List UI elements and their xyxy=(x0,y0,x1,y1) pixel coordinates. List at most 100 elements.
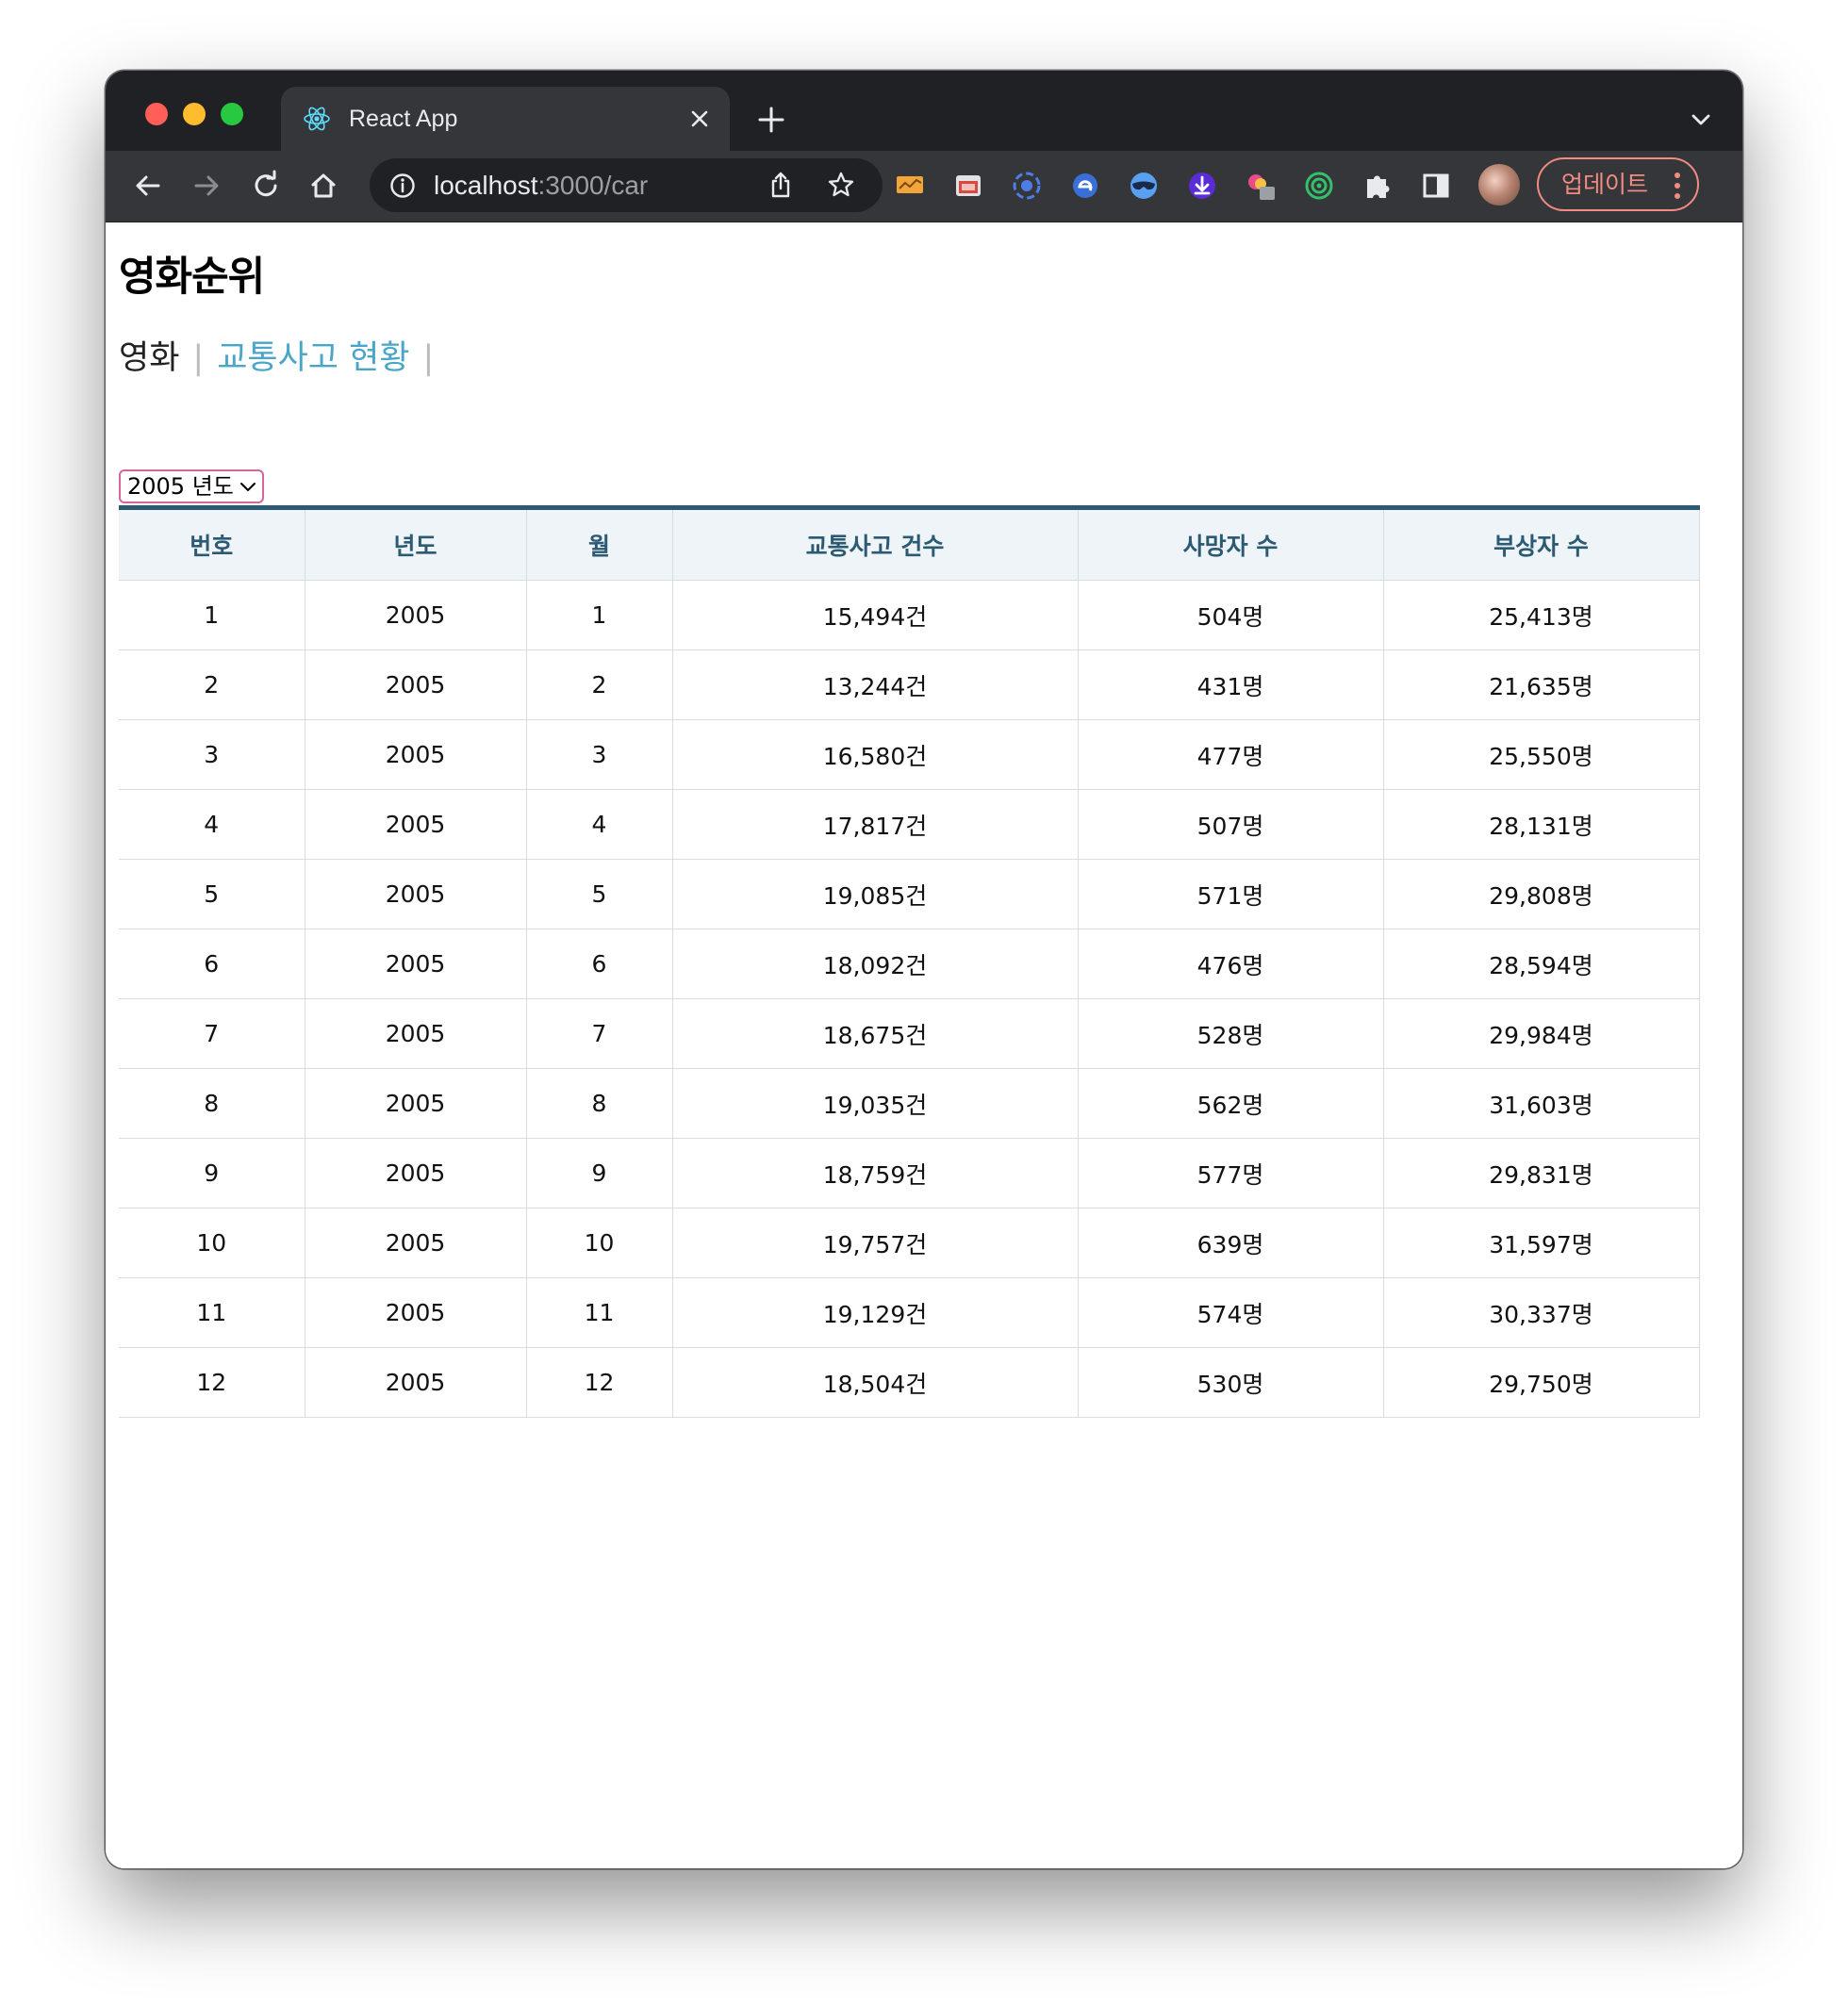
site-info-icon[interactable] xyxy=(388,172,417,200)
table-row: 10 2005 10 19,757건 639명 31,597명 xyxy=(119,1208,1700,1278)
cell-year: 2005 xyxy=(305,859,527,929)
cell-deaths: 562명 xyxy=(1078,1068,1384,1139)
reload-icon[interactable] xyxy=(250,170,282,202)
update-button[interactable]: 업데이트 xyxy=(1537,157,1699,211)
bookmark-star-icon[interactable] xyxy=(826,170,856,200)
close-tab-icon[interactable] xyxy=(686,106,713,132)
cell-deaths: 528명 xyxy=(1078,998,1384,1069)
back-arrow-icon[interactable] xyxy=(132,170,164,202)
cell-injuries: 28,594명 xyxy=(1383,929,1700,999)
cell-month: 5 xyxy=(526,859,673,929)
cell-year: 2005 xyxy=(305,580,527,650)
extension-e-icon[interactable] xyxy=(1069,170,1101,202)
cell-month: 10 xyxy=(526,1208,673,1278)
cell-deaths: 476명 xyxy=(1078,929,1384,999)
forward-arrow-icon[interactable] xyxy=(190,170,223,202)
cell-accident-count: 18,759건 xyxy=(672,1138,1079,1209)
table-row: 2 2005 2 13,244건 431명 21,635명 xyxy=(119,649,1700,720)
column-header-accident-count: 교통사고 건수 xyxy=(672,507,1079,581)
cell-number: 2 xyxy=(119,649,305,720)
cell-year: 2005 xyxy=(305,929,527,999)
table-row: 4 2005 4 17,817건 507명 28,131명 xyxy=(119,789,1700,860)
cell-month: 2 xyxy=(526,649,673,720)
minimize-window-button[interactable] xyxy=(183,103,206,125)
cell-year: 2005 xyxy=(305,998,527,1069)
column-header-number: 번호 xyxy=(119,507,305,581)
nav-separator: | xyxy=(422,339,435,377)
cell-month: 8 xyxy=(526,1068,673,1139)
table-row: 5 2005 5 19,085건 571명 29,808명 xyxy=(119,859,1700,929)
table-row: 12 2005 12 18,504건 530명 29,750명 xyxy=(119,1347,1700,1418)
cell-injuries: 29,750명 xyxy=(1383,1347,1700,1418)
traffic-accident-table: 번호 년도 월 교통사고 건수 사망자 수 부상자 수 1 2005 1 15,494… xyxy=(119,505,1700,1418)
extension-target-icon[interactable] xyxy=(1303,170,1335,202)
table-row: 1 2005 1 15,494건 504명 25,413명 xyxy=(119,580,1700,650)
column-header-month: 월 xyxy=(526,507,673,581)
table-row: 6 2005 6 18,092건 476명 28,594명 xyxy=(119,929,1700,999)
new-tab-icon[interactable] xyxy=(756,105,786,135)
cell-month: 1 xyxy=(526,580,673,650)
extension-scan-icon[interactable] xyxy=(1011,170,1043,202)
cell-number: 3 xyxy=(119,719,305,790)
url-text[interactable]: localhost:3000/car xyxy=(434,170,648,202)
cell-number: 10 xyxy=(119,1208,305,1278)
year-select[interactable]: 2005 년도 xyxy=(119,469,264,503)
cell-accident-count: 19,129건 xyxy=(672,1277,1079,1348)
share-icon[interactable] xyxy=(766,170,796,200)
url-path: :3000/car xyxy=(537,171,649,200)
cell-deaths: 504명 xyxy=(1078,580,1384,650)
extension-window-icon[interactable] xyxy=(952,170,984,202)
cell-accident-count: 17,817건 xyxy=(672,789,1079,860)
cell-injuries: 29,984명 xyxy=(1383,998,1700,1069)
table-header-row: 번호 년도 월 교통사고 건수 사망자 수 부상자 수 xyxy=(119,507,1700,581)
browser-window: React App localhost:3000/car 업데이트 영화순위 영… xyxy=(106,71,1742,1868)
profile-avatar[interactable] xyxy=(1478,164,1520,206)
cell-number: 5 xyxy=(119,859,305,929)
cell-accident-count: 19,757건 xyxy=(672,1208,1079,1278)
tab-bar: React App xyxy=(106,71,1742,151)
address-bar[interactable]: localhost:3000/car xyxy=(370,158,883,212)
cell-injuries: 29,831명 xyxy=(1383,1138,1700,1209)
cell-injuries: 28,131명 xyxy=(1383,789,1700,860)
cell-number: 6 xyxy=(119,929,305,999)
cell-accident-count: 16,580건 xyxy=(672,719,1079,790)
cell-year: 2005 xyxy=(305,789,527,860)
react-logo-icon xyxy=(304,107,330,131)
nav-link-movie[interactable]: 영화 xyxy=(119,339,179,377)
cell-year: 2005 xyxy=(305,649,527,720)
extension-chart-icon[interactable] xyxy=(894,170,926,202)
extensions-puzzle-icon[interactable] xyxy=(1361,170,1394,202)
close-window-button[interactable] xyxy=(145,103,168,125)
extension-mask-icon[interactable] xyxy=(1128,170,1160,202)
extension-download-icon[interactable] xyxy=(1186,170,1218,202)
cell-accident-count: 15,494건 xyxy=(672,580,1079,650)
cell-number: 1 xyxy=(119,580,305,650)
nav-link-traffic-accidents[interactable]: 교통사고 현황 xyxy=(217,339,409,377)
tab-react-app[interactable]: React App xyxy=(281,87,730,151)
extension-color-icon[interactable] xyxy=(1245,170,1277,202)
cell-injuries: 30,337명 xyxy=(1383,1277,1700,1348)
year-select-value: 2005 년도 xyxy=(127,473,234,500)
cell-number: 4 xyxy=(119,789,305,860)
cell-deaths: 577명 xyxy=(1078,1138,1384,1209)
cell-injuries: 25,413명 xyxy=(1383,580,1700,650)
cell-deaths: 574명 xyxy=(1078,1277,1384,1348)
maximize-window-button[interactable] xyxy=(221,103,243,125)
chevron-down-icon[interactable] xyxy=(1688,107,1714,133)
chevron-down-icon xyxy=(240,483,256,491)
tab-title: React App xyxy=(349,106,458,132)
side-panel-icon[interactable] xyxy=(1420,170,1452,202)
page-content: 영화순위 영화 | 교통사고 현황 | 2005 년도 번호 년도 월 교통사고 건수 xyxy=(106,222,1742,1868)
cell-year: 2005 xyxy=(305,1208,527,1278)
update-label: 업데이트 xyxy=(1561,171,1649,198)
cell-accident-count: 13,244건 xyxy=(672,649,1079,720)
column-header-year: 년도 xyxy=(305,507,527,581)
cell-number: 11 xyxy=(119,1277,305,1348)
cell-year: 2005 xyxy=(305,719,527,790)
cell-month: 6 xyxy=(526,929,673,999)
cell-accident-count: 18,675건 xyxy=(672,998,1079,1069)
cell-injuries: 25,550명 xyxy=(1383,719,1700,790)
cell-month: 11 xyxy=(526,1277,673,1348)
cell-deaths: 431명 xyxy=(1078,649,1384,720)
home-icon[interactable] xyxy=(307,170,339,202)
